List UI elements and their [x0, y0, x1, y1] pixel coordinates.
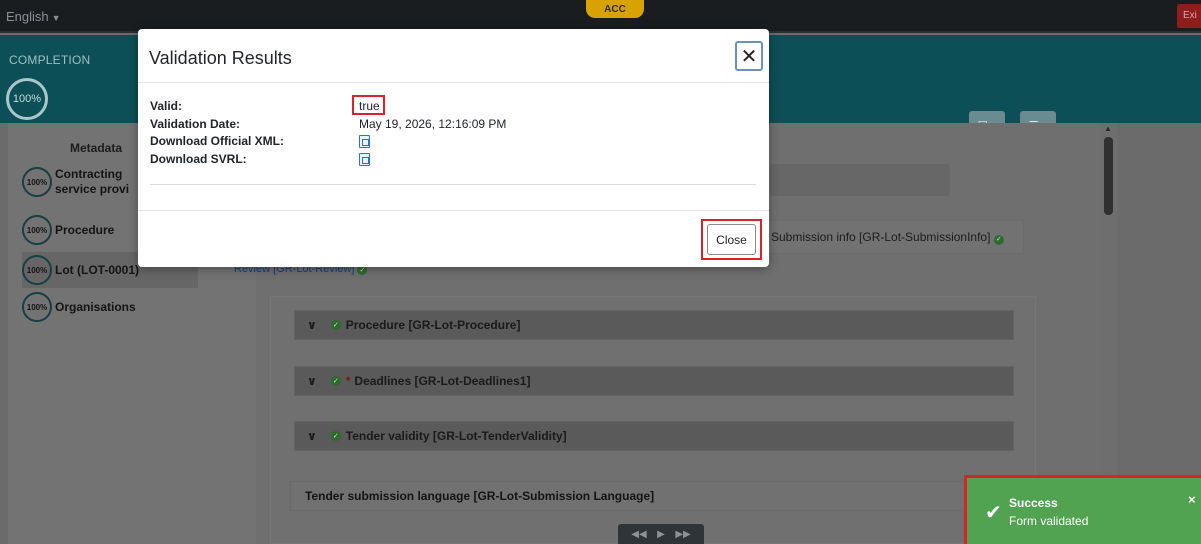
accordion-tender-validity[interactable]: ∨ ✓ Tender validity [GR-Lot-TenderValidi…: [294, 421, 1014, 451]
sidebar-item-procedure[interactable]: 100% Procedure: [22, 215, 114, 245]
download-svrl-label: Download SVRL:: [150, 152, 247, 166]
validation-results-dialog: Validation Results ✕ Valid: true Validat…: [138, 29, 769, 267]
input-field[interactable]: [770, 164, 950, 196]
chevron-down-icon: ∨: [307, 429, 317, 443]
toast-message: Form validated: [1009, 514, 1089, 528]
toast-close-icon[interactable]: ×: [1188, 492, 1196, 507]
accordion-label: Deadlines [GR-Lot-Deadlines1]: [354, 374, 531, 388]
accordion-deadlines[interactable]: ∨ ✓ * Deadlines [GR-Lot-Deadlines1]: [294, 366, 1014, 396]
accordion-procedure[interactable]: ∨ ✓ Procedure [GR-Lot-Procedure]: [294, 310, 1014, 340]
chevron-down-icon: ∨: [307, 318, 317, 332]
sidebar-item-label: Organisations: [55, 300, 136, 314]
chevron-down-icon: ∨: [307, 374, 317, 388]
completion-badge: 100%: [22, 215, 52, 245]
dialog-footer-divider: [138, 210, 769, 211]
sidebar-heading-metadata: Metadata: [70, 141, 123, 155]
sidebar-item-contracting[interactable]: 100% Contracting service provi: [22, 167, 129, 197]
pager: ◀◀ ▶ ▶▶: [618, 524, 704, 544]
svrl-file-icon[interactable]: [359, 153, 370, 166]
sidebar-item-label: Procedure: [55, 223, 115, 237]
check-icon: ✓: [330, 376, 341, 386]
scrollbar-thumb[interactable]: [1104, 137, 1113, 215]
last-page-icon[interactable]: ▶▶: [675, 529, 690, 540]
completion-badge: 100%: [22, 255, 52, 285]
completion-progress-ring: 100%: [6, 78, 48, 120]
tab-label: Submission info [GR-Lot-SubmissionInfo]: [771, 230, 991, 244]
xml-file-icon[interactable]: [359, 135, 370, 148]
completion-badge: 100%: [22, 292, 52, 322]
next-page-icon[interactable]: ▶: [657, 529, 665, 540]
checkmark-icon: ✔: [985, 502, 1002, 524]
valid-label: Valid:: [150, 99, 183, 113]
language-label: English: [6, 9, 49, 24]
close-button[interactable]: Close: [707, 224, 756, 255]
exit-button[interactable]: Exi: [1177, 4, 1201, 28]
tender-language-row[interactable]: Tender submission language [GR-Lot-Submi…: [290, 481, 1035, 511]
language-select[interactable]: English ▼: [6, 9, 61, 24]
accordion-label: Procedure [GR-Lot-Procedure]: [345, 318, 521, 332]
tab-submission-info[interactable]: Submission info [GR-Lot-SubmissionInfo] …: [766, 220, 1024, 254]
completion-badge: 100%: [22, 167, 52, 197]
sidebar-item-label: Lot (LOT-0001): [55, 263, 140, 277]
check-icon: ✓: [993, 235, 1004, 245]
sidebar-item-label: Contracting: [55, 167, 123, 181]
sidebar-item-label: service provi: [55, 182, 130, 196]
first-page-icon[interactable]: ◀◀: [631, 529, 646, 540]
environment-badge: ACC: [586, 0, 644, 18]
divider: [150, 184, 756, 185]
success-toast: ✔ Success Form validated ×: [967, 478, 1201, 544]
dialog-header: Validation Results ✕: [138, 29, 769, 83]
valid-value: true: [359, 99, 380, 113]
validation-date-label: Validation Date:: [150, 117, 241, 131]
required-marker: *: [345, 374, 351, 388]
close-icon[interactable]: ✕: [735, 41, 763, 71]
toast-title: Success: [1009, 496, 1058, 510]
check-icon: ✓: [330, 320, 341, 330]
accordion-label: Tender validity [GR-Lot-TenderValidity]: [345, 429, 567, 443]
dialog-title: Validation Results: [149, 48, 292, 68]
check-icon: ✓: [330, 431, 341, 441]
sidebar-item-organisations[interactable]: 100% Organisations: [22, 292, 136, 322]
download-xml-label: Download Official XML:: [150, 134, 284, 148]
completion-label: COMPLETION: [9, 53, 91, 67]
scroll-up-icon[interactable]: ▲: [1104, 124, 1112, 133]
chevron-down-icon: ▼: [51, 13, 61, 23]
validation-date-value: May 19, 2026, 12:16:09 PM: [359, 117, 507, 131]
